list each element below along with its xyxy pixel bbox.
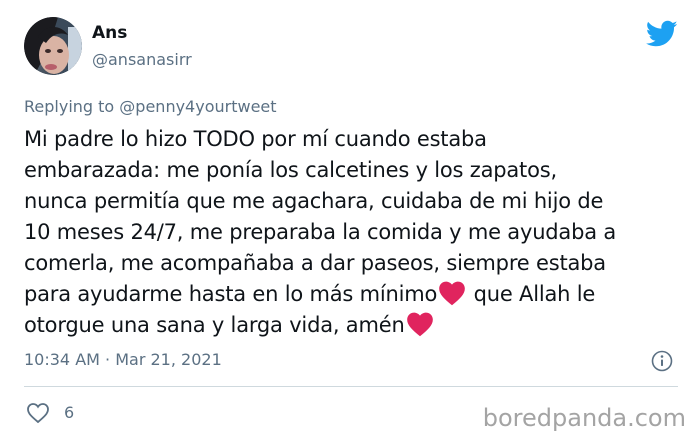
heart-emoji-icon — [406, 311, 434, 337]
tweet-line: comerla, me acompañaba a dar paseos, sie… — [24, 251, 606, 275]
info-icon[interactable] — [651, 350, 673, 372]
tweet-line: nunca permitía que me agachara, cuidaba … — [24, 189, 604, 213]
tweet-line-text: que Allah le — [467, 282, 596, 306]
tweet-line-text: para ayudarme hasta en lo más mínimo — [24, 282, 438, 306]
tweet-line-text: otorgue una sana y larga vida, amén — [24, 313, 405, 337]
avatar[interactable] — [24, 17, 82, 75]
tweet-time: 10:34 AM — [24, 350, 100, 369]
tweet-card: Ans @ansanasirr Replying to @penny4yourt… — [0, 0, 700, 441]
user-display-name[interactable]: Ans — [92, 22, 127, 44]
meta-separator: · — [99, 350, 116, 369]
tweet-text: Mi padre lo hizo TODO por mí cuando esta… — [24, 124, 684, 341]
tweet-date: Mar 21, 2021 — [115, 350, 222, 369]
reply-mention-link[interactable]: @penny4yourtweet — [119, 97, 276, 116]
tweet-line: embarazada: me ponía los calcetines y lo… — [24, 158, 557, 182]
replying-to-label: Replying to — [24, 97, 115, 116]
tweet-line: otorgue una sana y larga vida, amén — [24, 310, 684, 341]
like-heart-icon[interactable] — [26, 402, 50, 424]
user-handle[interactable]: @ansanasirr — [92, 49, 192, 71]
replying-to-line: Replying to @penny4yourtweet — [24, 96, 277, 118]
divider — [24, 386, 678, 387]
like-count: 6 — [64, 403, 75, 422]
twitter-bird-icon[interactable] — [645, 20, 678, 48]
tweet-timestamp[interactable]: 10:34 AM · Mar 21, 2021 — [24, 349, 222, 371]
tweet-line: 10 meses 24/7, me preparaba la comida y … — [24, 220, 617, 244]
tweet-line: para ayudarme hasta en lo más mínimo que… — [24, 279, 684, 310]
tweet-line: Mi padre lo hizo TODO por mí cuando esta… — [24, 127, 487, 151]
heart-emoji-icon — [438, 280, 466, 306]
watermark: boredpanda.com — [482, 404, 686, 432]
